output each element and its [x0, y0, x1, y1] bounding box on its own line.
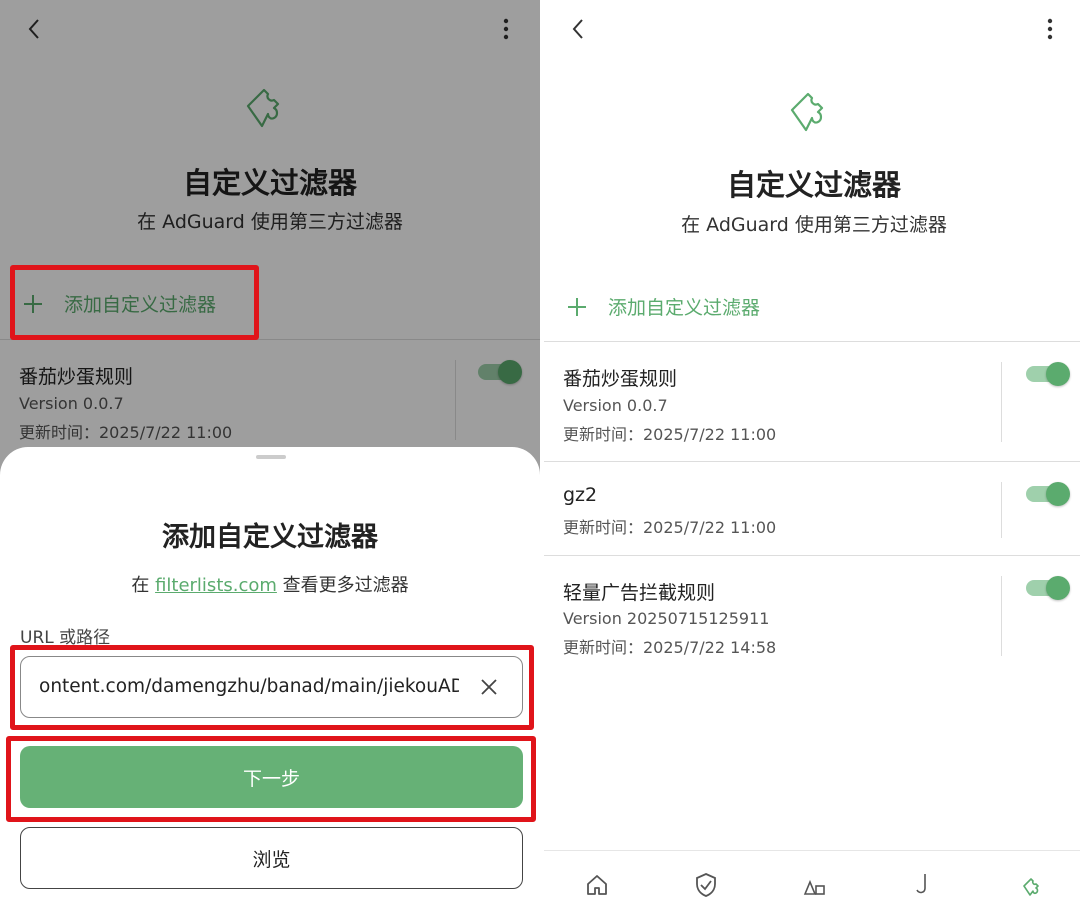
filter-version: Version 0.0.7 [563, 396, 668, 415]
left-screen: 自定义过滤器 在 AdGuard 使用第三方过滤器 添加自定义过滤器 番茄炒蛋规… [0, 0, 540, 910]
filter-updated: 更新时间：2025/7/22 11:00 [563, 425, 777, 444]
page-subtitle: 在 AdGuard 使用第三方过滤器 [681, 214, 947, 236]
hook-icon [916, 874, 926, 894]
more-options-button[interactable] [1030, 12, 1070, 46]
filter-name: 番茄炒蛋规则 [563, 368, 678, 390]
add-custom-filter-button[interactable]: 添加自定义过滤器 [566, 293, 760, 320]
filter-name: 轻量广告拦截规则 [563, 582, 716, 604]
filter-item[interactable]: gz2 更新时间：2025/7/22 11:00 [544, 462, 1080, 556]
plus-icon [568, 297, 586, 316]
activity-icon [803, 879, 825, 895]
divider [1001, 362, 1002, 442]
filter-toggle[interactable] [1026, 362, 1070, 386]
divider [1001, 482, 1002, 538]
nav-protection[interactable] [686, 865, 726, 905]
filter-item[interactable]: 番茄炒蛋规则 Version 0.0.7 更新时间：2025/7/22 11:0… [544, 342, 1080, 462]
filterlists-link[interactable]: filterlists.com [155, 575, 277, 596]
add-filter-sheet: 添加自定义过滤器 在 filterlists.com 查看更多过滤器 URL 或… [0, 447, 540, 910]
nav-tools[interactable] [904, 865, 944, 905]
more-vert-icon [1047, 18, 1053, 40]
filter-toggle[interactable] [1026, 482, 1070, 506]
filter-version: Version 20250715125911 [563, 609, 770, 628]
clear-icon[interactable] [478, 676, 500, 698]
url-field-label: URL 或路径 [20, 628, 111, 648]
url-input[interactable] [39, 657, 459, 715]
add-custom-filter-label: 添加自定义过滤器 [608, 297, 761, 319]
nav-settings[interactable] [1013, 865, 1053, 905]
filter-name: gz2 [563, 484, 598, 506]
nav-activity[interactable] [795, 865, 835, 905]
toggle-knob [1046, 576, 1070, 600]
toggle-knob [1046, 482, 1070, 506]
filter-updated: 更新时间：2025/7/22 14:58 [563, 638, 777, 657]
toggle-knob [1046, 362, 1070, 386]
shield-icon [696, 873, 716, 897]
hint-suffix: 查看更多过滤器 [276, 575, 409, 596]
sheet-title: 添加自定义过滤器 [162, 522, 378, 553]
hint-prefix: 在 [131, 575, 156, 596]
puzzle-icon [790, 92, 824, 132]
browse-button[interactable]: 浏览 [20, 827, 523, 889]
puzzle-icon [1023, 878, 1039, 896]
back-arrow-icon [572, 19, 583, 39]
filter-item[interactable]: 轻量广告拦截规则 Version 20250715125911 更新时间：202… [544, 556, 1080, 666]
divider [1001, 576, 1002, 656]
bottom-navigation [544, 850, 1080, 910]
sheet-hint: 在 filterlists.com 查看更多过滤器 [0, 571, 540, 597]
url-field[interactable] [20, 656, 523, 718]
nav-home[interactable] [577, 865, 617, 905]
right-screen: 自定义过滤器 在 AdGuard 使用第三方过滤器 添加自定义过滤器 番茄炒蛋规… [544, 0, 1080, 910]
sheet-drag-handle[interactable] [256, 455, 286, 459]
page-title: 自定义过滤器 [726, 168, 901, 202]
home-icon [587, 875, 607, 895]
back-button[interactable] [558, 12, 598, 46]
filter-updated: 更新时间：2025/7/22 11:00 [563, 518, 777, 537]
filter-toggle[interactable] [1026, 576, 1070, 600]
next-button[interactable]: 下一步 [20, 746, 523, 808]
